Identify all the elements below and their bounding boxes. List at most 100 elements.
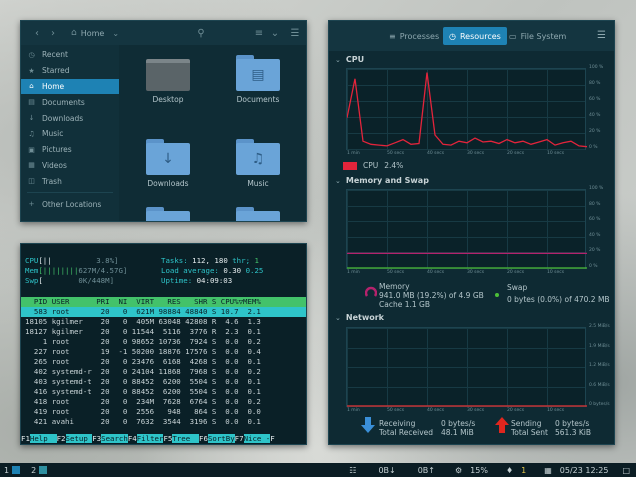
chat-icon[interactable]: □ [622,466,630,475]
sidebar-item-trash[interactable]: ◫ Trash [21,173,119,189]
receiving-rate: 0 bytes/s [441,419,476,428]
calendar-icon[interactable]: ▦ [544,466,552,475]
f8-key[interactable]: F [270,434,274,444]
sidebar-item-recent[interactable]: ◷ Recent [21,47,119,63]
folder-label: Music [247,179,269,188]
sidebar-item-label: Starred [42,66,70,76]
network-section-title[interactable]: ⌄ Network [335,313,384,322]
receive-arrow-icon[interactable] [361,417,375,435]
datetime[interactable]: 05/23 12:25 [560,466,609,475]
folder-documents[interactable]: ▤ Documents [218,55,298,104]
workspace-2-label[interactable]: 2 [31,466,36,475]
x-tick-label: 1 min [347,151,360,156]
x-tick-label: 1 min [347,270,360,275]
menu-icon[interactable]: ☰ [597,30,606,41]
swap-gauge-icon[interactable] [495,293,499,297]
total-received: 48.1 MiB [441,428,474,437]
legend-label: CPU [363,161,379,170]
x-tick-label: 10 secs [547,408,565,413]
table-row[interactable]: 265 root 20 0 23476 6168 4268 S 0.0 0.1 [21,357,306,367]
table-row[interactable]: 421 avahi 20 0 7632 3544 3196 S 0.0 0.1 [21,417,306,427]
path-bar[interactable]: ⌂ Home ⌄ [71,25,241,41]
file-manager-header: ‹ › ⌂ Home ⌄ ⚲ ≡ ⌄ ☰ [21,21,306,45]
network-graph [346,327,587,407]
f4-filter-key[interactable]: F4Filter [128,434,164,444]
table-row[interactable]: 416 systemd-t 20 0 88452 6200 5504 S 0.0… [21,387,306,397]
view-options-icon[interactable]: ⌄ [267,25,283,41]
sidebar-item-home[interactable]: ⌂ Home [21,78,119,95]
table-row[interactable]: 1 root 20 0 98652 10736 7924 S 0.0 0.2 [21,337,306,347]
workspace-2-indicator[interactable] [39,466,48,474]
f6-sortby-key[interactable]: F6SortBy [199,434,235,444]
workspace-1-indicator[interactable] [12,466,21,474]
memory-section-title[interactable]: ⌄ Memory and Swap [335,176,429,185]
receiving-values: 0 bytes/s 48.1 MiB [441,419,475,437]
tab-resources[interactable]: ◷ Resources [443,27,507,45]
htop-tasks: Tasks: 112, 180 thr; 1 [161,256,259,265]
terminal-window[interactable]: CPU[|| 3.8%] Mem[||||||||627M/4.57G] Swp… [20,243,307,445]
sidebar-item-pictures[interactable]: ▣ Pictures [21,142,119,158]
sending-rate: 0 bytes/s [555,419,590,428]
table-row[interactable]: 18127 kgilmer 20 0 11544 5116 3776 R 2.3… [21,327,306,337]
tab-file-system[interactable]: ▭ File System [503,27,572,45]
view-list-icon[interactable]: ≡ [251,25,267,41]
sidebar-item-videos[interactable]: ▦ Videos [21,158,119,174]
folder-label: Downloads [147,179,189,188]
back-icon[interactable]: ‹ [29,25,45,41]
folder-music[interactable]: ♫ Music [218,139,298,188]
cpu-color-swatch[interactable] [343,161,357,170]
network-icon[interactable]: ☷ [349,466,356,475]
search-icon[interactable]: ⚲ [193,25,209,41]
chevron-down-icon[interactable]: ⌄ [112,29,119,38]
sidebar-item-downloads[interactable]: ↓ Downloads [21,110,119,126]
legend-label: Sending [511,419,542,428]
x-tick-label: 50 secs [387,270,405,275]
table-row[interactable]: 418 root 20 0 234M 7628 6764 S 0.0 0.2 [21,397,306,407]
taskbar: 1 2 ☷ 0B↓ 0B↑ ⚙ 15% ♦ 1 ▦ 05/23 12:25 □ [0,463,636,477]
sidebar-item-label: Trash [42,176,62,186]
table-row[interactable]: 419 root 20 0 2556 948 864 S 0.0 0.0 [21,407,306,417]
tab-processes[interactable]: ≡ Processes [383,27,445,45]
table-row[interactable]: 402 systemd-r 20 0 24104 11868 7968 S 0.… [21,367,306,377]
sidebar-item-starred[interactable]: ★ Starred [21,63,119,79]
f3-search-key[interactable]: F3Search [92,434,128,444]
memory-gauge-icon[interactable] [364,286,378,300]
sending-legend: Sending Total Sent [511,419,548,437]
table-row[interactable]: 403 systemd-t 20 0 88452 6200 5504 S 0.0… [21,377,306,387]
folder-downloads[interactable]: ↓ Downloads [128,139,208,188]
folder-public[interactable]: ⋖ [218,207,298,221]
series-line-cpu [347,72,587,148]
f5-tree-key[interactable]: F5Tree [163,434,200,444]
x-tick-label: 20 secs [507,270,525,275]
x-tick-label: 40 secs [427,151,445,156]
f2-setup-key[interactable]: F2Setup [57,434,93,444]
table-row[interactable]: 227 root 19 -1 50200 18876 17576 S 0.0 0… [21,347,306,357]
sidebar-item-documents[interactable]: ▤ Documents [21,94,119,110]
y-tick-label: 0.6 MiB/s [589,382,610,388]
y-tick-label: 100 % [589,186,604,191]
cpu-section-title[interactable]: ⌄ CPU [335,55,364,64]
file-manager-sidebar: ◷ Recent ★ Starred ⌂ Home ▤ Documents ↓ Downl… [21,45,119,221]
menu-icon[interactable]: ☰ [287,25,303,41]
sidebar-item-music[interactable]: ♫ Music [21,126,119,142]
y-tick-label: 2.5 MiB/s [589,324,610,329]
workspace-1-label[interactable]: 1 [4,466,9,475]
pictures-folder-icon: ◉ [146,207,190,221]
notification-count[interactable]: 1 [521,466,526,475]
forward-icon[interactable]: › [45,25,61,41]
folder-pictures[interactable]: ◉ [128,207,208,221]
process-table-header[interactable]: PID USER PRI NI VIRT RES SHR S CPU%▽MEM% [21,297,306,307]
f7-nice-key[interactable]: F7Nice - [235,434,271,444]
memory-legend: Memory 941.0 MB (19.2%) of 4.9 GB Cache … [379,282,484,309]
sidebar-item-other-locations[interactable]: + Other Locations [21,196,119,212]
send-arrow-icon[interactable] [495,417,509,435]
total-sent: 561.3 KiB [555,428,592,437]
y-tick-label: 0 % [589,145,598,150]
folder-desktop[interactable]: Desktop [128,55,208,104]
cpu-gear-icon[interactable]: ⚙ [455,466,462,475]
bell-icon[interactable]: ♦ [506,466,513,475]
table-row[interactable]: 583 root 20 0 621M 98884 48840 S 10.7 2.… [21,307,306,317]
f1-help-key[interactable]: F1Help [21,434,57,444]
memory-value: 941.0 MB (19.2%) of 4.9 GB [379,291,484,300]
table-row[interactable]: 18105 kgilmer 20 0 405M 63048 42808 R 4.… [21,317,306,327]
